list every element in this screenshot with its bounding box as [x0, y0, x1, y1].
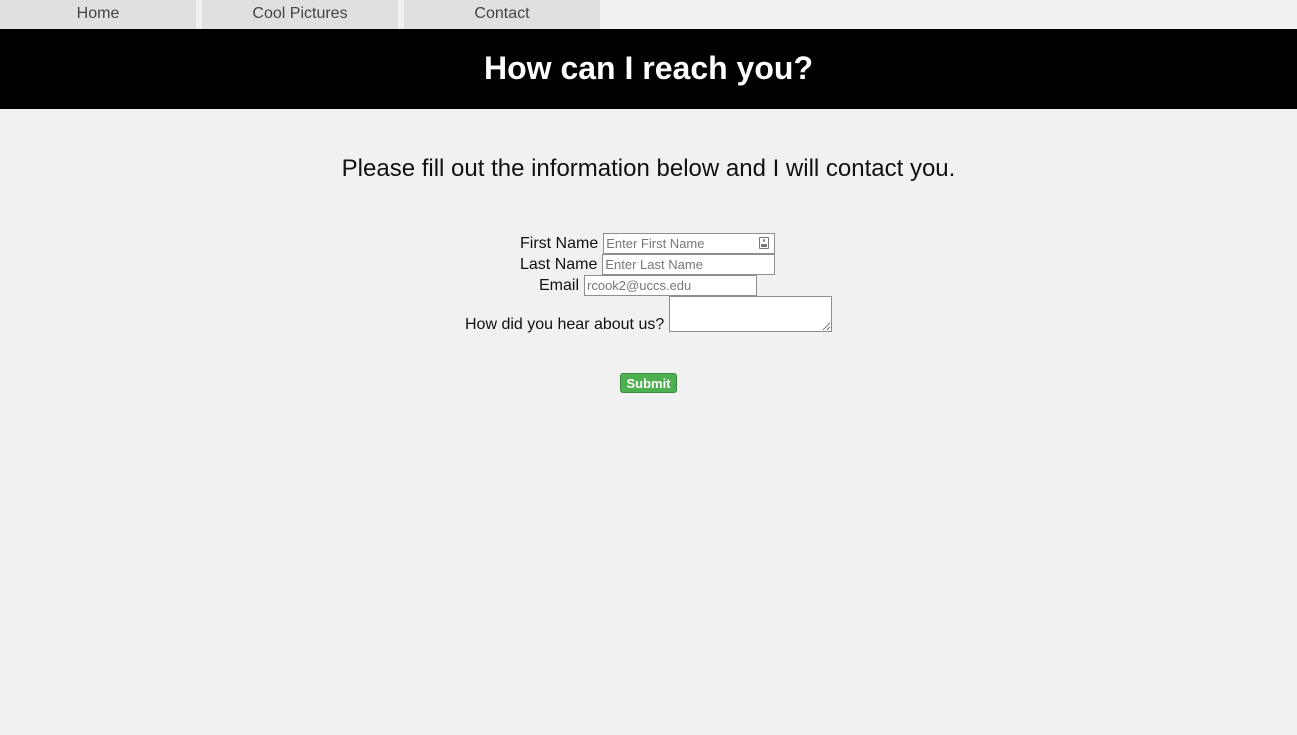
first-name-label: First Name: [520, 234, 599, 252]
intro-text: Please fill out the information below an…: [341, 155, 956, 182]
last-name-row: Last Name: [520, 254, 776, 275]
submit-button[interactable]: Submit: [620, 373, 677, 393]
top-nav: Home Cool Pictures Contact: [0, 0, 600, 29]
header-banner: How can I reach you?: [0, 29, 1297, 109]
email-row: Email: [539, 275, 758, 296]
referral-label: How did you hear about us?: [465, 316, 665, 333]
last-name-field[interactable]: [602, 254, 776, 275]
nav-item-cool-pictures[interactable]: Cool Pictures: [202, 0, 398, 29]
contact-card-icon[interactable]: [759, 237, 770, 249]
email-label: Email: [539, 276, 580, 294]
first-name-field[interactable]: [603, 233, 776, 254]
referral-textarea[interactable]: [669, 296, 833, 332]
email-field[interactable]: [584, 275, 758, 296]
first-name-wrapper: [603, 233, 776, 254]
last-name-label: Last Name: [520, 255, 598, 273]
first-name-row: First Name: [520, 233, 776, 254]
referral-row: How did you hear about us?: [465, 296, 833, 333]
page-title: How can I reach you?: [484, 50, 813, 86]
nav-item-contact[interactable]: Contact: [404, 0, 600, 29]
nav-item-home[interactable]: Home: [0, 0, 196, 29]
